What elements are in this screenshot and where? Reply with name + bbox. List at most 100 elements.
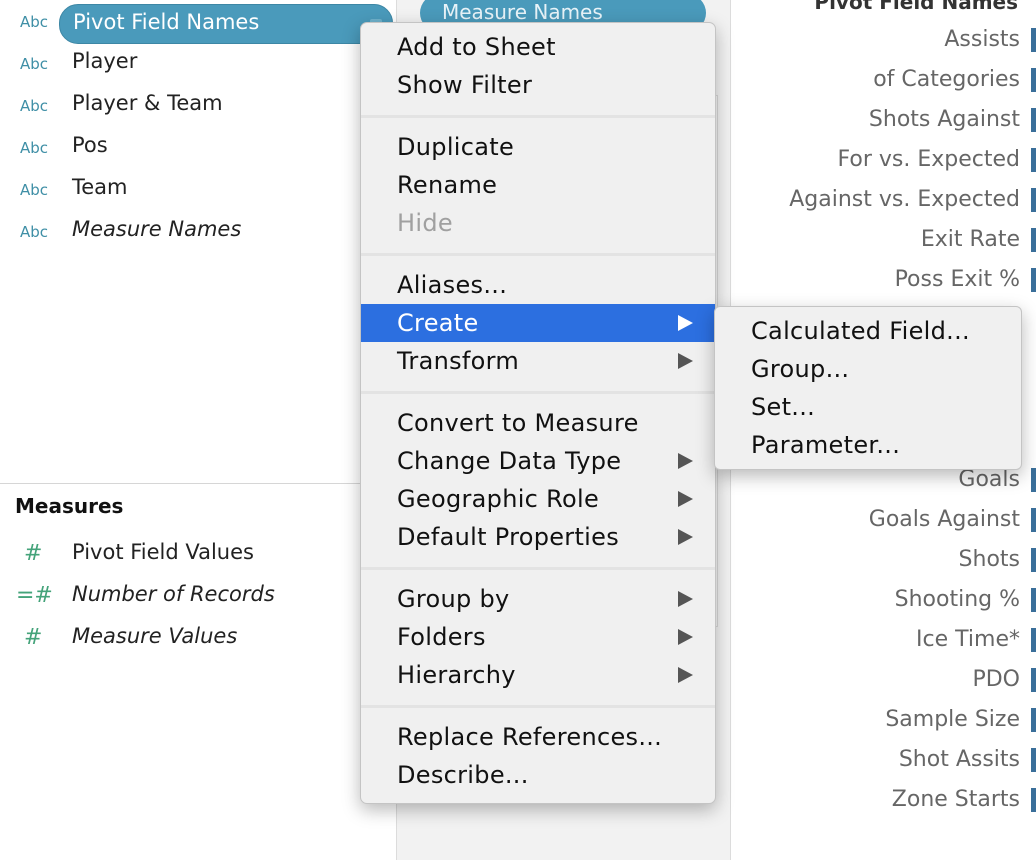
row-header[interactable]: Shots Against (869, 107, 1020, 132)
row-header[interactable]: Exit Rate (921, 227, 1020, 252)
field-team[interactable]: Abc Team (0, 170, 396, 210)
menu-item-label: Convert to Measure (397, 409, 639, 437)
menu-separator (361, 567, 715, 570)
pill-label: Measure Names (442, 0, 603, 24)
row-header[interactable]: Sample Size (885, 707, 1020, 732)
bar-mark (1031, 508, 1036, 532)
bar-mark (1031, 548, 1036, 572)
submenu-arrow-icon (678, 529, 693, 545)
menu-rename[interactable]: Rename (361, 166, 715, 204)
menu-item-label: Geographic Role (397, 485, 600, 513)
calculated-number-icon: =# (16, 583, 53, 608)
submenu-group[interactable]: Group... (715, 350, 1021, 388)
menu-item-label: Default Properties (397, 523, 620, 551)
menu-item-label: Add to Sheet (397, 33, 556, 61)
menu-show-filter[interactable]: Show Filter (361, 66, 715, 104)
menu-add-to-sheet[interactable]: Add to Sheet (361, 28, 715, 66)
bar-mark (1031, 788, 1036, 812)
create-submenu: Calculated Field... Group... Set... Para… (714, 306, 1022, 470)
submenu-calculated-field[interactable]: Calculated Field... (715, 312, 1021, 350)
menu-geographic-role[interactable]: Geographic Role (361, 480, 715, 518)
field-number-of-records[interactable]: =# Number of Records (0, 577, 396, 617)
bar-mark (1031, 268, 1036, 292)
number-type-icon: # (24, 625, 43, 650)
menu-convert-to-measure[interactable]: Convert to Measure (361, 404, 715, 442)
field-pivot-field-names[interactable]: Abc Pivot Field Names (0, 2, 396, 44)
menu-separator (361, 705, 715, 708)
bar-mark (1031, 588, 1036, 612)
row-header[interactable]: For vs. Expected (838, 147, 1020, 172)
row-header[interactable]: Goals (958, 467, 1020, 492)
menu-item-label: Rename (397, 171, 498, 199)
menu-item-label: Duplicate (397, 133, 515, 161)
section-divider[interactable] (0, 483, 396, 484)
bar-mark (1031, 68, 1036, 92)
bar-mark (1031, 28, 1036, 52)
bar-mark (1031, 188, 1036, 212)
string-type-icon: Abc (20, 139, 49, 157)
field-label: Measure Values (72, 624, 238, 648)
row-header[interactable]: Shooting % (895, 587, 1020, 612)
menu-folders[interactable]: Folders (361, 618, 715, 656)
menu-item-label: Create (397, 309, 479, 337)
menu-separator (361, 391, 715, 394)
menu-item-label: Group by (397, 585, 510, 613)
bar-mark (1031, 668, 1036, 692)
bar-mark (1031, 148, 1036, 172)
menu-item-label: Change Data Type (397, 447, 622, 475)
submenu-set[interactable]: Set... (715, 388, 1021, 426)
measures-header: Measures (15, 494, 124, 518)
number-type-icon: # (24, 541, 43, 566)
menu-replace-references[interactable]: Replace References... (361, 718, 715, 756)
field-pos[interactable]: Abc Pos (0, 128, 396, 168)
menu-describe[interactable]: Describe... (361, 756, 715, 794)
field-label: Pivot Field Names (73, 10, 260, 34)
submenu-arrow-icon (678, 491, 693, 507)
field-label: Pos (72, 133, 108, 157)
row-header[interactable]: Zone Starts (892, 787, 1020, 812)
menu-item-label: Aliases... (397, 271, 508, 299)
field-player[interactable]: Abc Player (0, 44, 396, 84)
submenu-parameter[interactable]: Parameter... (715, 426, 1021, 464)
row-header[interactable]: Assists (944, 27, 1020, 52)
menu-create[interactable]: Create (361, 304, 715, 342)
menu-item-label: Replace References... (397, 723, 663, 751)
field-label: Player & Team (72, 91, 223, 115)
field-context-menu: Add to Sheet Show Filter Duplicate Renam… (360, 22, 716, 804)
field-player-team[interactable]: Abc Player & Team (0, 86, 396, 126)
row-header[interactable]: of Categories (873, 67, 1020, 92)
field-label: Pivot Field Values (72, 540, 254, 564)
field-label: Player (72, 49, 138, 73)
menu-aliases[interactable]: Aliases... (361, 266, 715, 304)
menu-default-properties[interactable]: Default Properties (361, 518, 715, 556)
menu-hierarchy[interactable]: Hierarchy (361, 656, 715, 694)
menu-separator (361, 253, 715, 256)
submenu-item-label: Calculated Field... (751, 317, 970, 345)
menu-transform[interactable]: Transform (361, 342, 715, 380)
field-label: Number of Records (72, 582, 275, 606)
submenu-arrow-icon (678, 315, 693, 331)
field-pivot-field-values[interactable]: # Pivot Field Values (0, 535, 396, 575)
string-type-icon: Abc (20, 223, 49, 241)
pivot-field-names-pill[interactable]: Pivot Field Names (59, 4, 393, 44)
row-header[interactable]: Poss Exit % (895, 267, 1020, 292)
field-measure-values[interactable]: # Measure Values (0, 619, 396, 659)
row-header[interactable]: Goals Against (869, 507, 1020, 532)
bar-mark (1031, 228, 1036, 252)
bar-mark (1031, 748, 1036, 772)
row-header[interactable]: Shots (959, 547, 1020, 572)
data-pane: Abc Pivot Field Names Abc Player Abc Pla… (0, 0, 397, 860)
submenu-arrow-icon (678, 353, 693, 369)
menu-change-data-type[interactable]: Change Data Type (361, 442, 715, 480)
row-header[interactable]: Shot Assits (899, 747, 1020, 772)
row-header[interactable]: Ice Time* (916, 627, 1020, 652)
menu-group-by[interactable]: Group by (361, 580, 715, 618)
column-title: Pivot Field Names (814, 0, 1018, 14)
menu-duplicate[interactable]: Duplicate (361, 128, 715, 166)
menu-item-label: Transform (397, 347, 520, 375)
field-measure-names[interactable]: Abc Measure Names (0, 212, 396, 252)
row-header[interactable]: PDO (972, 667, 1020, 692)
menu-item-label: Folders (397, 623, 486, 651)
row-header[interactable]: Against vs. Expected (789, 187, 1020, 212)
submenu-arrow-icon (678, 591, 693, 607)
